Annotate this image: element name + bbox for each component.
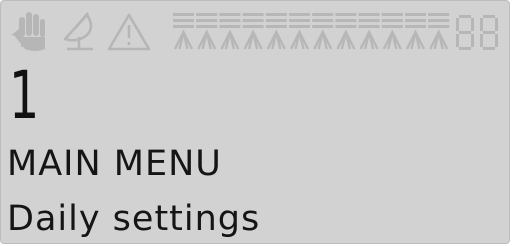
boom-section-indicators (173, 13, 450, 50)
segment-digit (480, 15, 498, 50)
menu-title: MAIN MENU (7, 144, 222, 184)
section-indicator (289, 13, 310, 50)
section-indicator (242, 13, 264, 50)
hand-icon (11, 12, 45, 51)
section-indicator (173, 13, 194, 50)
section-indicator (405, 13, 426, 50)
segment-digit-readout (456, 15, 498, 50)
section-indicator (358, 13, 380, 50)
menu-item-daily-settings[interactable]: Daily settings (7, 199, 260, 239)
lcd-display: 1 MAIN MENU Daily settings (0, 0, 510, 244)
menu-number: 1 (9, 57, 40, 134)
section-indicator (335, 13, 357, 50)
section-indicator (265, 13, 287, 50)
section-indicator (196, 13, 218, 50)
satellite-dish-icon (63, 12, 93, 51)
segment-digit (456, 15, 474, 50)
section-indicator (312, 13, 334, 50)
section-indicator (428, 13, 450, 50)
section-indicator (219, 13, 241, 50)
section-indicator (381, 13, 403, 50)
warning-triangle-icon (107, 13, 151, 51)
